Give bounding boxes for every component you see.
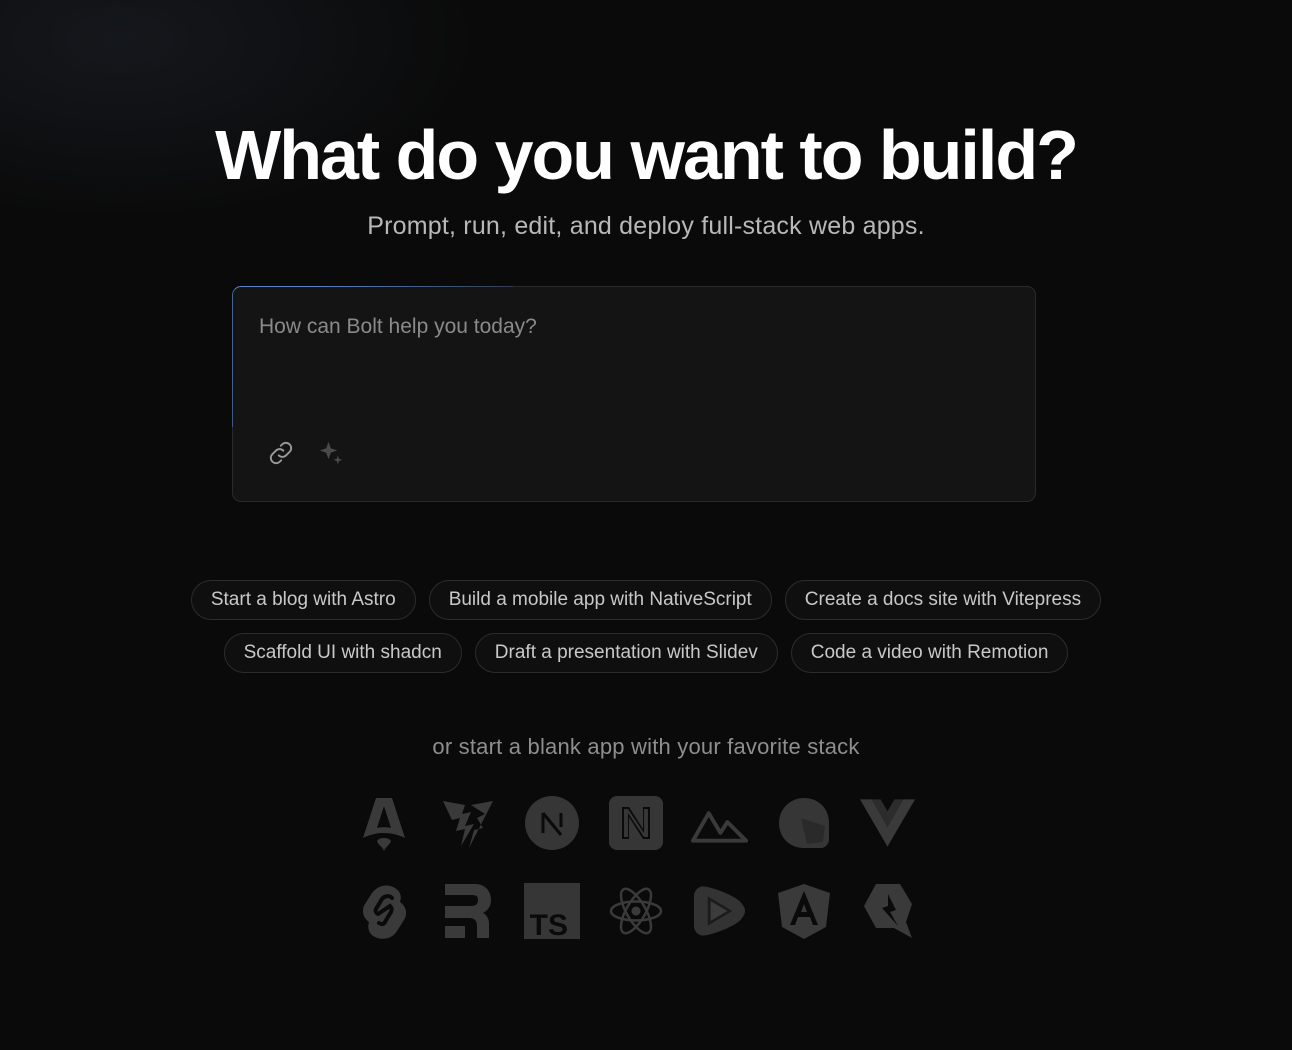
link-icon xyxy=(267,439,295,472)
svg-text:TS: TS xyxy=(530,909,568,939)
typescript-icon[interactable]: TS xyxy=(524,882,581,940)
stack-grid: TS xyxy=(356,794,916,970)
remix-icon[interactable] xyxy=(440,882,497,940)
example-prompts: Start a blog with Astro Build a mobile a… xyxy=(0,580,1292,686)
nextjs-icon[interactable] xyxy=(524,794,581,852)
stack-row-2: TS xyxy=(356,882,916,940)
page-subtitle: Prompt, run, edit, and deploy full-stack… xyxy=(367,212,925,240)
example-chip-nativescript[interactable]: Build a mobile app with NativeScript xyxy=(428,580,772,620)
prompt-box xyxy=(232,286,1036,502)
stack-row-1 xyxy=(356,794,916,852)
example-chip-vitepress[interactable]: Create a docs site with Vitepress xyxy=(784,580,1102,620)
qwik-icon[interactable] xyxy=(775,794,832,852)
slidev-icon[interactable] xyxy=(691,882,748,940)
attach-link-button[interactable] xyxy=(263,437,299,473)
example-chip-shadcn[interactable]: Scaffold UI with shadcn xyxy=(223,633,462,673)
vite-icon[interactable] xyxy=(440,794,497,852)
example-chip-astro[interactable]: Start a blog with Astro xyxy=(190,580,416,620)
qwik-alt-icon[interactable] xyxy=(859,882,916,940)
astro-icon[interactable] xyxy=(356,794,413,852)
page-title: What do you want to build? xyxy=(215,116,1079,194)
example-row-2: Scaffold UI with shadcn Draft a presenta… xyxy=(0,633,1292,673)
prompt-input[interactable] xyxy=(259,315,1009,435)
react-icon[interactable] xyxy=(607,882,664,940)
nuxt-icon[interactable] xyxy=(607,794,664,852)
example-chip-slidev[interactable]: Draft a presentation with Slidev xyxy=(474,633,778,673)
stack-label: or start a blank app with your favorite … xyxy=(432,734,860,759)
sparkle-icon xyxy=(316,438,346,473)
vue-icon[interactable] xyxy=(859,794,916,852)
example-row-1: Start a blog with Astro Build a mobile a… xyxy=(0,580,1292,620)
vue-nuxt-icon[interactable] xyxy=(691,794,749,852)
angular-icon[interactable] xyxy=(775,882,832,940)
enhance-prompt-button[interactable] xyxy=(313,437,349,473)
svelte-icon[interactable] xyxy=(356,882,413,940)
example-chip-remotion[interactable]: Code a video with Remotion xyxy=(790,633,1069,673)
hero: What do you want to build? Prompt, run, … xyxy=(0,112,1292,242)
